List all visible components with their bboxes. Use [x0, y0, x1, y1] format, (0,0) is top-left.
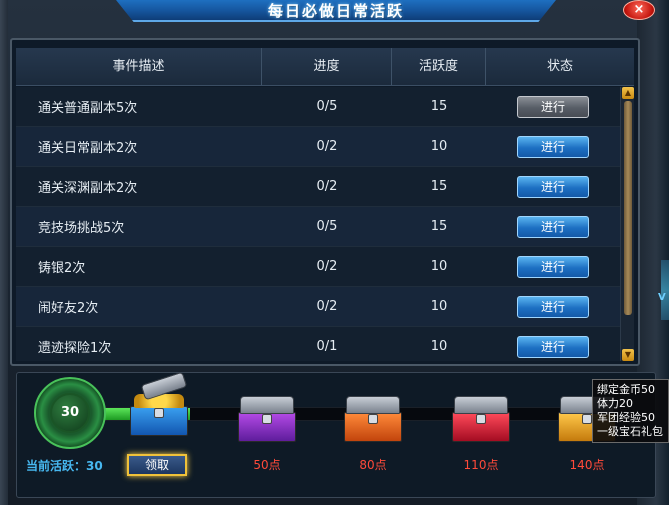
table-row: 铸银2次 0/2 10 进行 [16, 247, 620, 287]
scroll-thumb[interactable] [624, 101, 632, 315]
task-description: 通关日常副本2次 [38, 141, 138, 156]
task-progress: 0/1 [316, 339, 338, 354]
task-description: 通关普通副本5次 [38, 101, 138, 116]
edge-glow [661, 260, 669, 320]
tooltip-line: 一级宝石礼包 [597, 425, 663, 438]
task-activity: 15 [430, 99, 448, 114]
header-status: 状态 [546, 59, 573, 74]
go-button[interactable]: 进行 [517, 95, 589, 118]
chest-blue-opened-icon[interactable] [128, 371, 190, 442]
chest-threshold-label: 80点 [359, 458, 387, 472]
chest-threshold-label: 50点 [253, 458, 281, 472]
chest-threshold-label: 140点 [569, 458, 605, 472]
scroll-down-arrow-icon[interactable]: ▼ [622, 349, 634, 361]
go-button[interactable]: 进行 [517, 215, 589, 238]
scrollbar[interactable]: ▲ ▼ [620, 87, 634, 361]
task-progress: 0/2 [316, 179, 338, 194]
side-letter: V [658, 292, 666, 303]
activity-value-badge: 30 [50, 393, 90, 433]
current-activity: 当前活跃：30 [26, 457, 103, 474]
go-button[interactable]: 进行 [517, 135, 589, 158]
task-description: 铸银2次 [38, 261, 86, 276]
go-button[interactable]: 进行 [517, 295, 589, 318]
task-progress: 0/2 [316, 259, 338, 274]
close-icon: × [633, 2, 645, 17]
close-button[interactable]: × [623, 0, 655, 20]
frame-left-edge [0, 0, 8, 505]
task-activity: 15 [430, 179, 448, 194]
current-activity-value: 30 [86, 459, 103, 473]
table-header: 事件描述 进度 活跃度 状态 [16, 48, 634, 86]
chest-orange-icon[interactable] [342, 392, 404, 448]
chest-red-icon[interactable] [450, 392, 512, 448]
header-description: 事件描述 [16, 48, 262, 85]
tooltip-line: 绑定金币50 [597, 383, 655, 396]
task-progress: 0/5 [316, 219, 338, 234]
task-activity: 10 [430, 339, 448, 354]
task-description: 竞技场挑战5次 [38, 221, 125, 236]
header-activity: 活跃度 [392, 48, 486, 85]
header-progress: 进度 [262, 48, 392, 85]
task-activity: 10 [430, 259, 448, 274]
go-button[interactable]: 进行 [517, 175, 589, 198]
tooltip-line: 军团经验50 [597, 411, 655, 424]
reward-tooltip: 绑定金币50 体力20 军团经验50 一级宝石礼包 [592, 379, 669, 443]
task-progress: 0/5 [316, 99, 338, 114]
table-row: 竞技场挑战5次 0/5 15 进行 [16, 207, 620, 247]
task-progress: 0/2 [316, 139, 338, 154]
table-row: 通关普通副本5次 0/5 15 进行 [16, 87, 620, 127]
current-activity-label: 当前活跃： [26, 459, 87, 473]
claim-button[interactable]: 领取 [127, 454, 187, 476]
scroll-up-arrow-icon[interactable]: ▲ [622, 87, 634, 99]
task-list: 通关普通副本5次 0/5 15 进行 通关日常副本2次 0/2 10 进行 通关… [16, 87, 620, 361]
window-title: 每日必做日常活跃 [267, 2, 404, 20]
table-row: 遗迹探险1次 0/1 10 进行 [16, 327, 620, 361]
task-activity: 10 [430, 299, 448, 314]
table-row: 通关日常副本2次 0/2 10 进行 [16, 127, 620, 167]
go-button[interactable]: 进行 [517, 255, 589, 278]
table-row: 通关深渊副本2次 0/2 15 进行 [16, 167, 620, 207]
task-description: 通关深渊副本2次 [38, 181, 138, 196]
task-description: 遗迹探险1次 [38, 341, 112, 356]
go-button[interactable]: 进行 [517, 335, 589, 358]
table-row: 闹好友2次 0/2 10 进行 [16, 287, 620, 327]
tooltip-line: 体力20 [597, 397, 633, 410]
chest-purple-icon[interactable] [236, 392, 298, 448]
task-activity: 10 [430, 139, 448, 154]
task-progress: 0/2 [316, 299, 338, 314]
chest-threshold-label: 110点 [463, 458, 499, 472]
task-description: 闹好友2次 [38, 301, 99, 316]
task-activity: 15 [430, 219, 448, 234]
